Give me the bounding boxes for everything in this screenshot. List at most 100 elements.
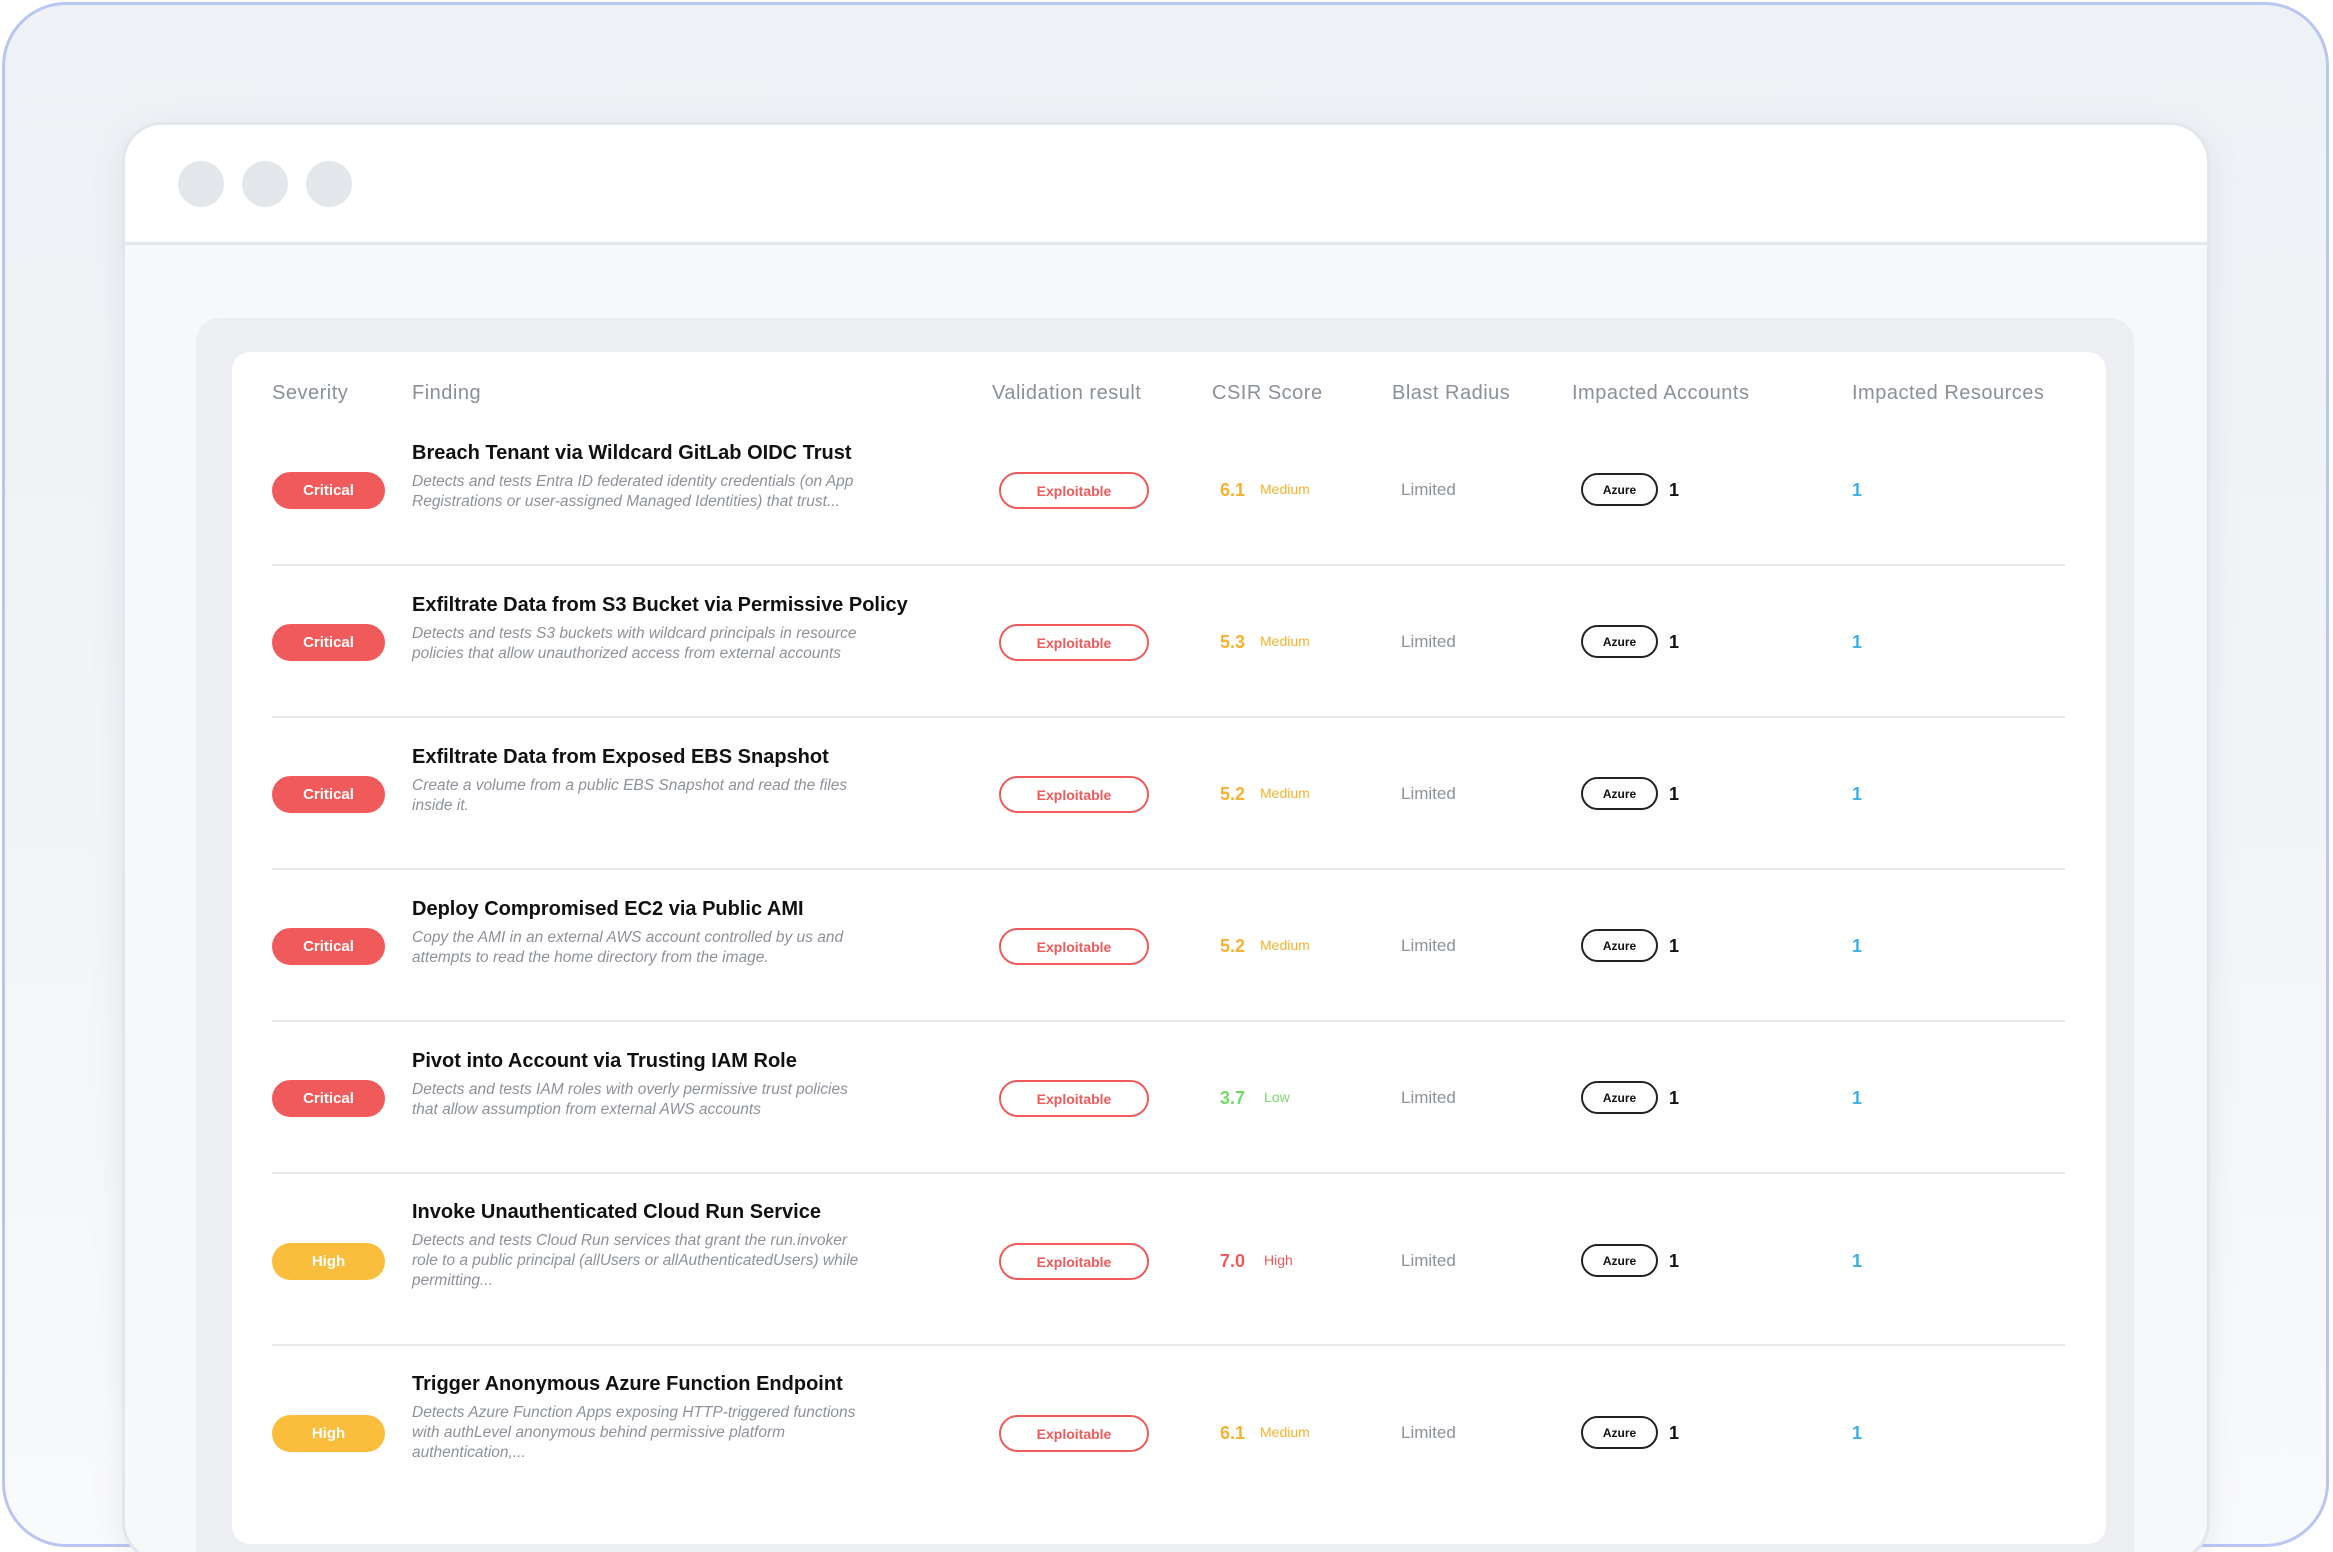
- validation-badge: Exploitable: [999, 776, 1149, 813]
- header-validation-result[interactable]: Validation result: [992, 382, 1141, 405]
- finding-title[interactable]: Pivot into Account via Trusting IAM Role: [412, 1049, 972, 1073]
- csir-score-label: High: [1264, 1252, 1293, 1268]
- header-csir-score[interactable]: CSIR Score: [1212, 382, 1323, 405]
- finding-description-line: attempts to read the home directory from…: [412, 949, 769, 966]
- cloud-provider-badge: Azure: [1581, 1416, 1658, 1449]
- severity-badge: Critical: [272, 1080, 385, 1117]
- impacted-resources-count[interactable]: 1: [1852, 480, 1862, 501]
- blast-radius: Limited: [1401, 936, 1456, 955]
- finding-description: Copy the AMI in an external AWS account …: [412, 928, 972, 968]
- findings-table: Severity Finding Validation result CSIR …: [232, 352, 2106, 1544]
- impacted-accounts-count[interactable]: 1: [1669, 632, 1679, 653]
- row-divider: [272, 716, 2065, 718]
- finding-cell[interactable]: Exfiltrate Data from S3 Bucket via Permi…: [412, 593, 972, 664]
- impacted-resources-count[interactable]: 1: [1852, 784, 1862, 805]
- header-blast-radius[interactable]: Blast Radius: [1392, 382, 1510, 405]
- finding-title[interactable]: Breach Tenant via Wildcard GitLab OIDC T…: [412, 441, 972, 465]
- csir-score-value: 7.0: [1220, 1251, 1246, 1271]
- severity-badge: Critical: [272, 776, 385, 813]
- row-divider: [272, 1172, 2065, 1174]
- severity-badge: High: [272, 1243, 385, 1280]
- csir-score-label: Medium: [1260, 481, 1310, 497]
- finding-description-line: with authLevel anonymous behind permissi…: [412, 1424, 786, 1441]
- impacted-resources-count[interactable]: 1: [1852, 1251, 1862, 1272]
- csir-score-value: 5.2: [1220, 784, 1246, 804]
- header-impacted-accounts[interactable]: Impacted Accounts: [1572, 382, 1749, 405]
- window-maximize-dot[interactable]: [306, 160, 352, 207]
- finding-description: Detects and tests S3 buckets with wildca…: [412, 624, 972, 664]
- impacted-resources-count[interactable]: 1: [1852, 936, 1862, 957]
- finding-description: Detects and tests Entra ID federated ide…: [412, 472, 972, 512]
- impacted-accounts-count[interactable]: 1: [1669, 1423, 1679, 1444]
- finding-title[interactable]: Deploy Compromised EC2 via Public AMI: [412, 897, 972, 921]
- finding-cell[interactable]: Pivot into Account via Trusting IAM Role…: [412, 1049, 972, 1120]
- severity-badge: Critical: [272, 472, 385, 509]
- header-severity[interactable]: Severity: [272, 382, 348, 405]
- csir-score-value: 6.1: [1220, 480, 1246, 500]
- row-divider: [272, 1344, 2065, 1346]
- csir-score-value: 3.7: [1220, 1088, 1246, 1108]
- finding-title[interactable]: Exfiltrate Data from S3 Bucket via Permi…: [412, 593, 972, 617]
- finding-title[interactable]: Trigger Anonymous Azure Function Endpoin…: [412, 1372, 972, 1396]
- finding-cell[interactable]: Exfiltrate Data from Exposed EBS Snapsho…: [412, 745, 972, 816]
- severity-badge: Critical: [272, 928, 385, 965]
- validation-badge: Exploitable: [999, 1243, 1149, 1280]
- csir-score-label: Medium: [1260, 1424, 1310, 1440]
- impacted-accounts-count[interactable]: 1: [1669, 1251, 1679, 1272]
- blast-radius: Limited: [1401, 1088, 1456, 1107]
- impacted-resources-count[interactable]: 1: [1852, 632, 1862, 653]
- finding-description-line: policies that allow unauthorized access …: [412, 645, 842, 662]
- finding-description-line: Detects Azure Function Apps exposing HTT…: [412, 1404, 856, 1421]
- finding-description-line: that allow assumption from external AWS …: [412, 1101, 761, 1118]
- finding-description-line: Create a volume from a public EBS Snapsh…: [412, 777, 848, 794]
- validation-badge: Exploitable: [999, 624, 1149, 661]
- finding-title[interactable]: Invoke Unauthenticated Cloud Run Service: [412, 1200, 972, 1224]
- finding-cell[interactable]: Trigger Anonymous Azure Function Endpoin…: [412, 1372, 972, 1463]
- csir-score-label: Medium: [1260, 633, 1310, 649]
- blast-radius: Limited: [1401, 480, 1456, 499]
- finding-description-line: Detects and tests IAM roles with overly …: [412, 1081, 848, 1098]
- impacted-accounts-count[interactable]: 1: [1669, 1088, 1679, 1109]
- impacted-accounts-count[interactable]: 1: [1669, 480, 1679, 501]
- window-close-dot[interactable]: [178, 160, 224, 207]
- finding-description: Detects and tests Cloud Run services tha…: [412, 1231, 972, 1291]
- finding-description-line: permitting...: [412, 1272, 493, 1289]
- impacted-resources-count[interactable]: 1: [1852, 1088, 1862, 1109]
- validation-badge: Exploitable: [999, 472, 1149, 509]
- finding-description: Create a volume from a public EBS Snapsh…: [412, 776, 972, 816]
- window-titlebar: [125, 125, 2207, 245]
- blast-radius: Limited: [1401, 1423, 1456, 1442]
- finding-cell[interactable]: Deploy Compromised EC2 via Public AMI Co…: [412, 897, 972, 968]
- csir-score-value: 6.1: [1220, 1423, 1246, 1443]
- blast-radius: Limited: [1401, 1251, 1456, 1270]
- finding-cell[interactable]: Invoke Unauthenticated Cloud Run Service…: [412, 1200, 972, 1291]
- header-finding[interactable]: Finding: [412, 382, 481, 405]
- window-minimize-dot[interactable]: [242, 160, 288, 207]
- csir-score-value: 5.2: [1220, 936, 1246, 956]
- csir-score-value: 5.3: [1220, 632, 1246, 652]
- finding-description-line: Detects and tests Entra ID federated ide…: [412, 473, 854, 490]
- finding-description-line: Registrations or user-assigned Managed I…: [412, 493, 840, 510]
- cloud-provider-badge: Azure: [1581, 1081, 1658, 1114]
- header-impacted-resources[interactable]: Impacted Resources: [1852, 382, 2044, 405]
- finding-description: Detects and tests IAM roles with overly …: [412, 1080, 972, 1120]
- finding-description: Detects Azure Function Apps exposing HTT…: [412, 1403, 972, 1463]
- severity-badge: Critical: [272, 624, 385, 661]
- impacted-accounts-count[interactable]: 1: [1669, 784, 1679, 805]
- blast-radius: Limited: [1401, 632, 1456, 651]
- validation-badge: Exploitable: [999, 928, 1149, 965]
- severity-badge: High: [272, 1415, 385, 1452]
- finding-title[interactable]: Exfiltrate Data from Exposed EBS Snapsho…: [412, 745, 972, 769]
- finding-cell[interactable]: Breach Tenant via Wildcard GitLab OIDC T…: [412, 441, 972, 512]
- finding-description-line: authentication,...: [412, 1444, 526, 1461]
- row-divider: [272, 868, 2065, 870]
- finding-description-line: inside it.: [412, 797, 469, 814]
- csir-score-label: Medium: [1260, 937, 1310, 953]
- validation-badge: Exploitable: [999, 1080, 1149, 1117]
- impacted-accounts-count[interactable]: 1: [1669, 936, 1679, 957]
- impacted-resources-count[interactable]: 1: [1852, 1423, 1862, 1444]
- cloud-provider-badge: Azure: [1581, 1244, 1658, 1277]
- cloud-provider-badge: Azure: [1581, 777, 1658, 810]
- finding-description-line: Copy the AMI in an external AWS account …: [412, 929, 844, 946]
- row-divider: [272, 1020, 2065, 1022]
